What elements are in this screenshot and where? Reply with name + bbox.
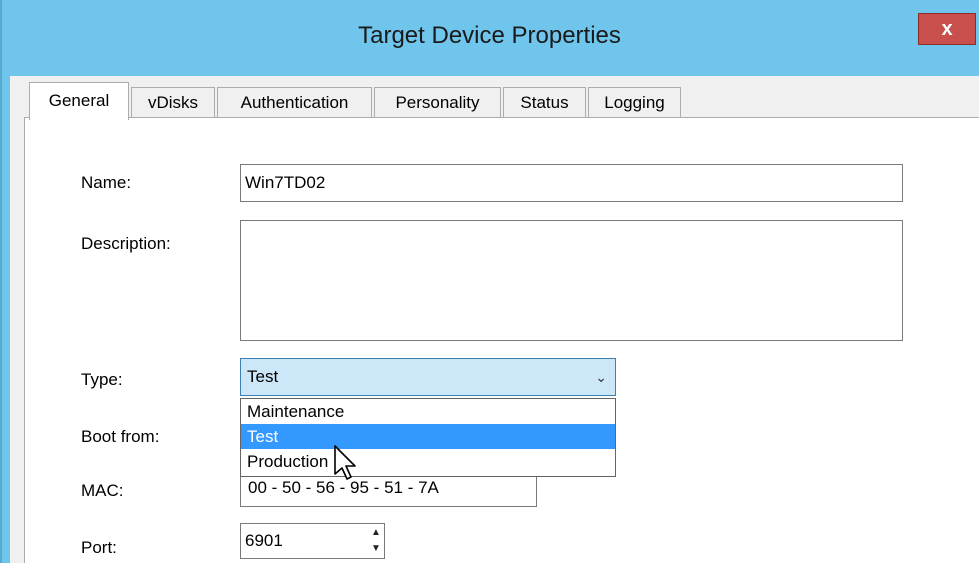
tab-personality[interactable]: Personality [374,87,501,118]
description-textarea[interactable] [240,220,903,341]
window-frame: Target Device Properties x General vDisk… [0,0,979,563]
spin-down-icon[interactable]: ▼ [368,541,384,557]
type-label: Type: [81,370,123,389]
type-combobox[interactable]: Test ⌄ [240,358,616,396]
type-combobox-value: Test [247,367,279,386]
tab-vdisks[interactable]: vDisks [131,87,215,118]
mouse-pointer-icon [334,445,356,480]
port-stepper[interactable]: 6901 ▲ ▼ [240,523,385,559]
close-button[interactable]: x [918,13,976,45]
dropdown-option-test[interactable]: Test [241,424,615,449]
spin-up-icon[interactable]: ▲ [368,525,384,541]
frame-edge [0,0,2,563]
port-label: Port: [81,538,117,557]
dialog-client-area: General vDisks Authentication Personalit… [10,76,979,563]
mac-label: MAC: [81,481,124,500]
general-tab-panel: Name: Win7TD02 Description: Type: Test ⌄… [24,117,979,563]
tab-authentication[interactable]: Authentication [217,87,372,118]
boot-from-label: Boot from: [81,427,160,446]
tab-general[interactable]: General [29,82,129,120]
chevron-down-icon[interactable]: ⌄ [595,359,607,395]
port-value: 6901 [245,531,283,550]
dropdown-option-production[interactable]: Production [241,449,615,474]
window-title: Target Device Properties [358,22,621,49]
description-label: Description: [81,234,171,253]
tab-logging[interactable]: Logging [588,87,681,118]
name-input[interactable]: Win7TD02 [240,164,903,202]
name-label: Name: [81,173,132,192]
tab-status[interactable]: Status [503,87,586,118]
dropdown-option-maintenance[interactable]: Maintenance [241,399,615,424]
mac-input[interactable]: 00 - 50 - 56 - 95 - 51 - 7A [240,474,537,507]
type-dropdown-list: Maintenance Test Production [240,398,616,477]
